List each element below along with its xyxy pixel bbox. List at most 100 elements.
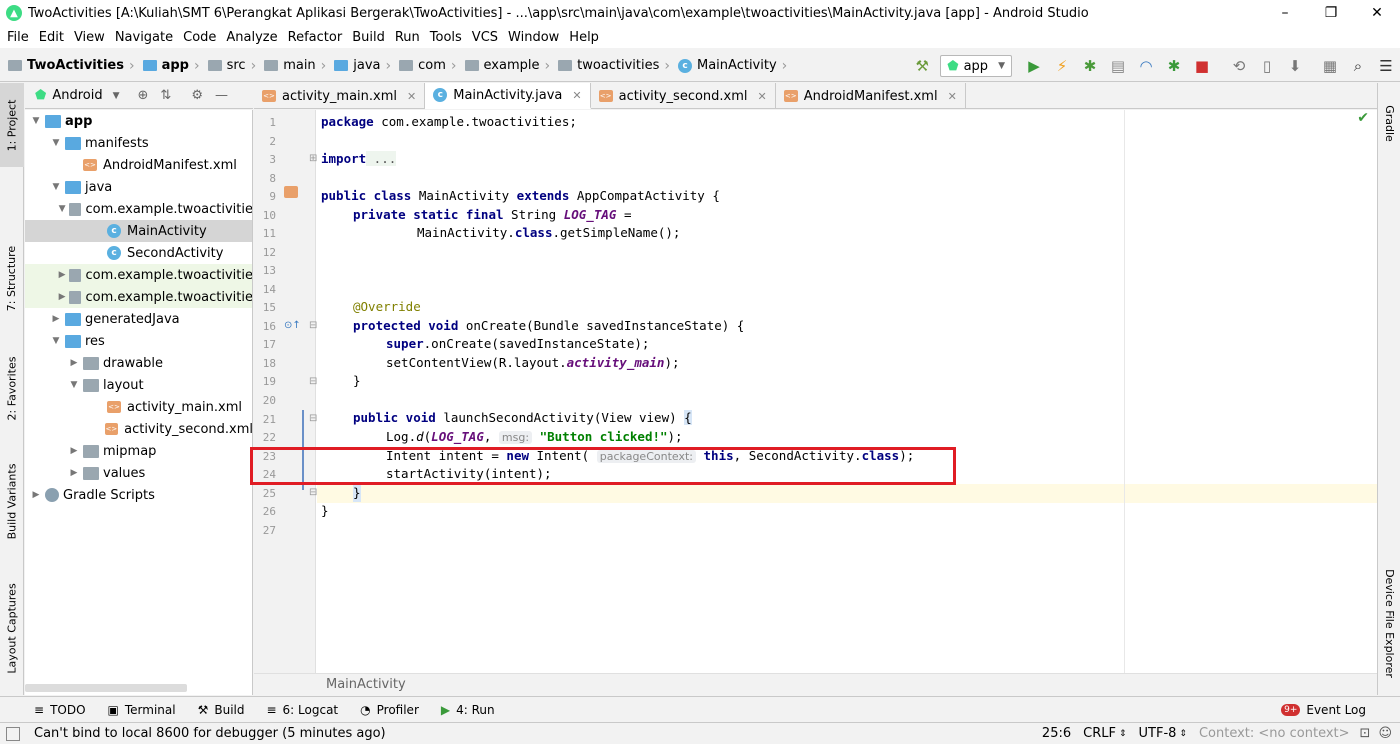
- tool-run[interactable]: ▶ 4: Run: [441, 703, 495, 717]
- tab-activity-second-xml[interactable]: <> activity_second.xml ✕: [591, 83, 776, 109]
- tree-node-drawable[interactable]: ▶ drawable: [25, 352, 252, 374]
- stop-icon[interactable]: ■: [1189, 53, 1215, 79]
- menu-navigate[interactable]: Navigate: [110, 30, 178, 45]
- fold-marker-icon[interactable]: ⊟: [309, 320, 317, 331]
- menu-edit[interactable]: Edit: [34, 30, 69, 45]
- tree-node-generatedjava[interactable]: ▶ generatedJava: [25, 308, 252, 330]
- expand-arrow-icon[interactable]: ▶: [57, 292, 68, 302]
- tab-favorites[interactable]: 2: Favorites: [0, 343, 24, 433]
- tab-androidmanifest-xml[interactable]: <> AndroidManifest.xml ✕: [776, 83, 966, 109]
- tree-node-package-main[interactable]: ▼ com.example.twoactivitie: [25, 198, 252, 220]
- expand-arrow-icon[interactable]: ▼: [67, 380, 81, 390]
- code-editor[interactable]: 1 2 3 8 9 10 11 12 13 14 15 16 17 18 19 …: [254, 110, 1377, 673]
- chevron-down-icon[interactable]: ▼: [113, 91, 120, 101]
- override-gutter-icon[interactable]: ⊙↑: [284, 320, 301, 331]
- horizontal-scrollbar[interactable]: [25, 684, 187, 692]
- tree-node-mipmap[interactable]: ▶ mipmap: [25, 440, 252, 462]
- tool-todo[interactable]: ≡ TODO: [34, 703, 86, 717]
- expand-arrow-icon[interactable]: ▶: [57, 270, 68, 280]
- search-icon[interactable]: ⌕: [1345, 53, 1371, 79]
- breadcrumb-project[interactable]: TwoActivities ›: [0, 58, 135, 74]
- layout-gutter-icon[interactable]: [284, 186, 298, 198]
- menu-window[interactable]: Window: [503, 30, 564, 45]
- maximize-button[interactable]: ❐: [1308, 0, 1354, 26]
- locate-icon[interactable]: ⊕: [138, 88, 149, 103]
- editor-breadcrumb-item[interactable]: MainActivity: [326, 677, 406, 692]
- tab-layout-captures[interactable]: Layout Captures: [0, 573, 24, 683]
- breadcrumb-main[interactable]: main ›: [256, 58, 326, 74]
- sdk-manager-icon[interactable]: ⬇: [1282, 53, 1308, 79]
- hamburger-menu-icon[interactable]: ☰: [1373, 53, 1399, 79]
- breadcrumb-java[interactable]: java ›: [326, 58, 391, 74]
- inspection-ok-icon[interactable]: ✔: [1357, 110, 1369, 126]
- tree-node-package-test[interactable]: ▶ com.example.twoactivitie: [25, 286, 252, 308]
- menu-code[interactable]: Code: [178, 30, 221, 45]
- avd-manager-icon[interactable]: ▯: [1254, 53, 1280, 79]
- expand-arrow-icon[interactable]: ▼: [49, 336, 63, 346]
- apply-changes-icon[interactable]: ⚡: [1049, 53, 1075, 79]
- breadcrumb-src[interactable]: src ›: [200, 58, 256, 74]
- tool-event-log[interactable]: 9+ Event Log: [1281, 703, 1366, 717]
- tree-node-gradle-scripts[interactable]: ▶ Gradle Scripts: [25, 484, 252, 506]
- tree-node-res[interactable]: ▼ res: [25, 330, 252, 352]
- tab-build-variants[interactable]: Build Variants: [0, 451, 24, 551]
- menu-vcs[interactable]: VCS: [467, 30, 503, 45]
- attach-process-icon[interactable]: ✱: [1161, 53, 1187, 79]
- caret-position[interactable]: 25:6: [1042, 726, 1071, 741]
- breadcrumb-class[interactable]: c MainActivity ›: [670, 58, 787, 74]
- tab-project[interactable]: 1: Project: [0, 83, 24, 167]
- tool-logcat[interactable]: ≡ 6: Logcat: [266, 703, 338, 717]
- collapse-icon[interactable]: ⇅: [160, 88, 171, 103]
- run-config-select[interactable]: ⬟ app ▼: [940, 55, 1012, 77]
- expand-arrow-icon[interactable]: ▶: [67, 358, 81, 368]
- menu-build[interactable]: Build: [347, 30, 390, 45]
- breadcrumb-twoactivities[interactable]: twoactivities ›: [550, 58, 670, 74]
- fold-marker-icon[interactable]: ⊟: [309, 376, 317, 387]
- make-project-hammer-icon[interactable]: ⚒: [909, 53, 935, 79]
- project-structure-icon[interactable]: ▦: [1317, 53, 1343, 79]
- tool-build[interactable]: ⚒ Build: [198, 703, 245, 717]
- gear-icon[interactable]: ⚙: [191, 88, 203, 103]
- tree-node-manifests[interactable]: ▼ manifests: [25, 132, 252, 154]
- fold-marker-icon[interactable]: ⊟: [309, 487, 317, 498]
- menu-view[interactable]: View: [69, 30, 110, 45]
- tab-mainactivity-java[interactable]: c MainActivity.java ✕: [425, 83, 591, 109]
- menu-analyze[interactable]: Analyze: [221, 30, 282, 45]
- tree-node-activity-main-xml[interactable]: <> activity_main.xml: [25, 396, 252, 418]
- menu-help[interactable]: Help: [564, 30, 604, 45]
- menu-tools[interactable]: Tools: [425, 30, 467, 45]
- expand-arrow-icon[interactable]: ▶: [29, 490, 43, 500]
- expand-arrow-icon[interactable]: ▶: [67, 446, 81, 456]
- expand-arrow-icon[interactable]: ▼: [57, 204, 68, 214]
- tree-node-package-androidtest[interactable]: ▶ com.example.twoactivitie: [25, 264, 252, 286]
- tree-node-androidmanifest[interactable]: <> AndroidManifest.xml: [25, 154, 252, 176]
- tab-structure[interactable]: 7: Structure: [0, 233, 24, 323]
- close-tab-icon[interactable]: ✕: [407, 90, 416, 103]
- tree-node-mainactivity[interactable]: c MainActivity: [25, 220, 252, 242]
- expand-arrow-icon[interactable]: ▶: [67, 468, 81, 478]
- tool-terminal[interactable]: ▣ Terminal: [108, 703, 176, 717]
- expand-arrow-icon[interactable]: ▶: [49, 314, 63, 324]
- menu-run[interactable]: Run: [390, 30, 425, 45]
- debug-icon[interactable]: ✱: [1077, 53, 1103, 79]
- close-tab-icon[interactable]: ✕: [758, 90, 767, 103]
- menu-refactor[interactable]: Refactor: [283, 30, 348, 45]
- expand-arrow-icon[interactable]: ▼: [29, 116, 43, 126]
- tab-activity-main-xml[interactable]: <> activity_main.xml ✕: [254, 83, 426, 109]
- tree-node-values[interactable]: ▶ values: [25, 462, 252, 484]
- menu-file[interactable]: File: [2, 30, 34, 45]
- lock-icon[interactable]: ⊡: [1360, 726, 1371, 741]
- profile-icon[interactable]: ▤: [1105, 53, 1131, 79]
- breadcrumb-com[interactable]: com ›: [391, 58, 457, 74]
- fold-marker-icon[interactable]: ⊞: [309, 153, 317, 164]
- breadcrumb-module[interactable]: app ›: [135, 58, 200, 74]
- hide-panel-icon[interactable]: —: [215, 88, 228, 103]
- sync-gradle-icon[interactable]: ⟲: [1226, 53, 1252, 79]
- tab-device-file-explorer[interactable]: Device File Explorer: [1378, 553, 1400, 693]
- inspector-icon[interactable]: ☺: [1378, 726, 1392, 741]
- attach-debugger-icon[interactable]: ◠: [1133, 53, 1159, 79]
- project-view-select[interactable]: Android: [52, 88, 102, 103]
- close-button[interactable]: ✕: [1354, 0, 1400, 26]
- tab-gradle[interactable]: Gradle: [1378, 83, 1400, 163]
- tree-node-activity-second-xml[interactable]: <> activity_second.xml: [25, 418, 252, 440]
